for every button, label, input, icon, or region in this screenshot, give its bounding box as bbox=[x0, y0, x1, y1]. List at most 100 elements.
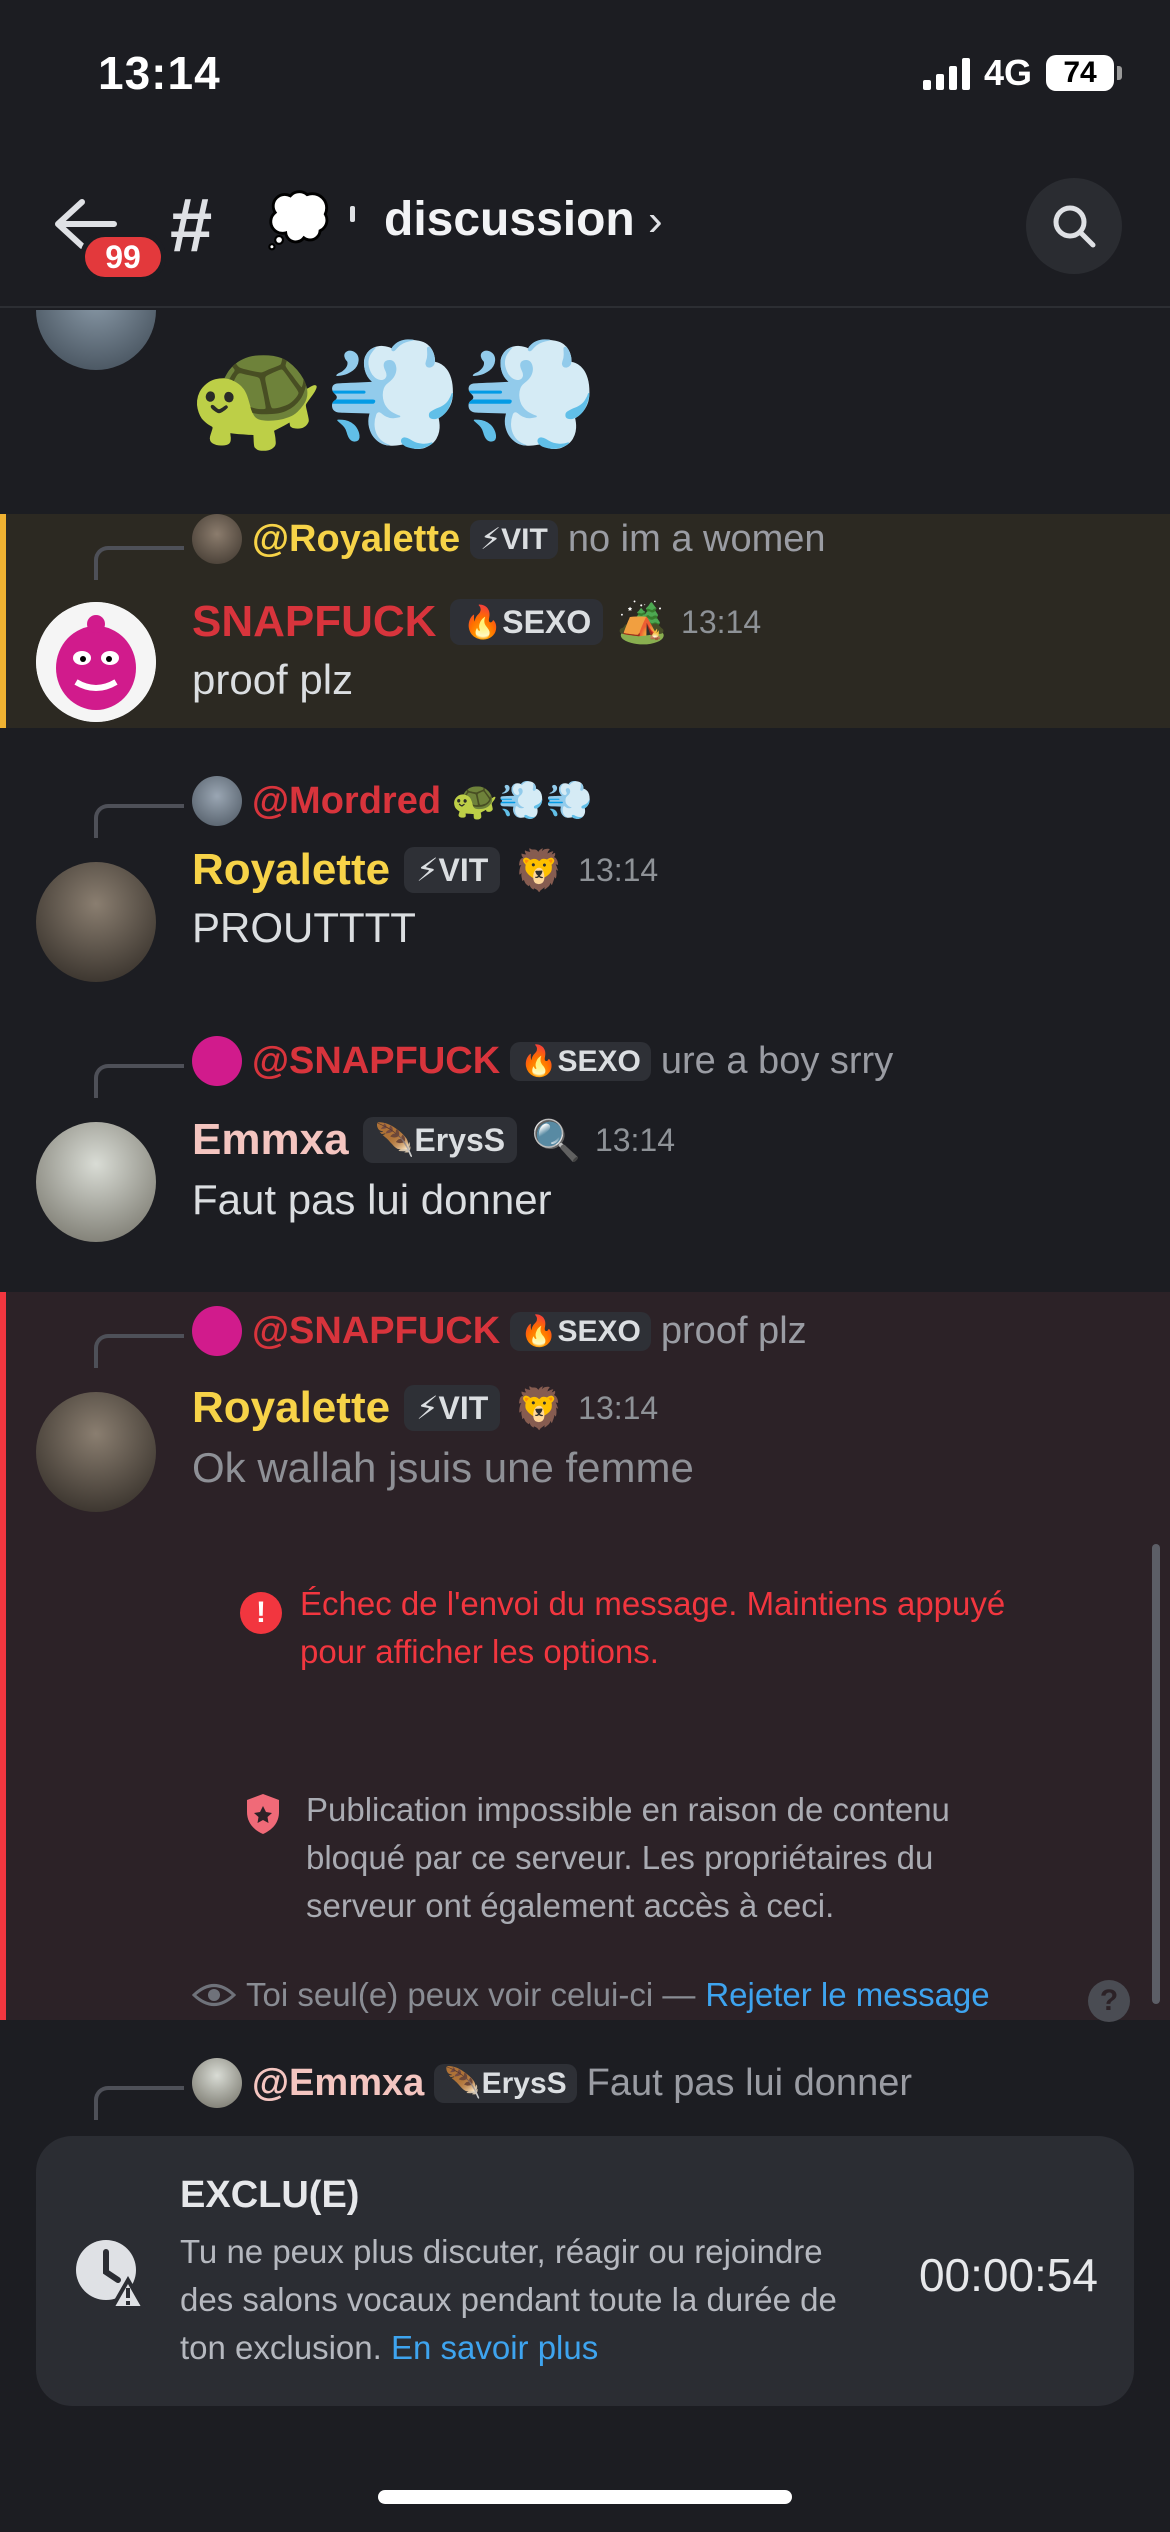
username[interactable]: Royalette bbox=[192, 1383, 390, 1433]
channel-title[interactable]: discussion bbox=[384, 192, 635, 247]
channel-header: 99 # 💭 discussion › bbox=[0, 150, 1170, 308]
badge-emoji: 🔍 bbox=[531, 1118, 581, 1163]
message-text: Faut pas lui donner bbox=[192, 1176, 552, 1223]
learn-more-link[interactable]: En savoir plus bbox=[391, 2329, 598, 2366]
reply-connector bbox=[94, 1334, 184, 1368]
reply-preview[interactable]: @SNAPFUCK 🔥SEXO ure a boy srry bbox=[192, 1036, 893, 1086]
reply-author[interactable]: @Emmxa bbox=[252, 2062, 424, 2105]
username[interactable]: Emmxa bbox=[192, 1115, 349, 1165]
avatar[interactable] bbox=[36, 1122, 156, 1242]
search-button[interactable] bbox=[1026, 178, 1122, 274]
reply-author[interactable]: @Royalette bbox=[252, 518, 460, 561]
reply-avatar bbox=[192, 1306, 242, 1356]
scrollbar[interactable] bbox=[1152, 1544, 1160, 2004]
role-tag: ⚡VIT bbox=[404, 1385, 501, 1431]
reply-preview[interactable]: @Mordred 🐢💨💨 bbox=[192, 776, 593, 826]
chevron-right-icon[interactable]: › bbox=[648, 196, 663, 246]
message-item[interactable]: @Royalette ⚡VIT no im a women SNAPFUCK 🔥… bbox=[0, 514, 1170, 728]
timestamp: 13:14 bbox=[594, 1121, 676, 1158]
network-type: 4G bbox=[983, 52, 1032, 93]
timeout-description: Tu ne peux plus discuter, réagir ou rejo… bbox=[180, 2228, 860, 2372]
badge-emoji: 🦁 bbox=[514, 1386, 565, 1431]
avatar[interactable] bbox=[36, 310, 156, 370]
reply-author[interactable]: @SNAPFUCK bbox=[252, 1040, 500, 1083]
eye-icon bbox=[192, 1984, 236, 2006]
help-icon[interactable]: ? bbox=[1088, 1980, 1130, 2022]
role-tag: 🔥SEXO bbox=[510, 1311, 651, 1351]
reply-avatar bbox=[192, 514, 242, 564]
search-icon bbox=[1053, 205, 1096, 248]
separator bbox=[350, 206, 355, 222]
role-tag: ⚡VIT bbox=[404, 847, 501, 893]
reply-author[interactable]: @Mordred bbox=[252, 780, 441, 823]
badge-emoji: 🏕️ bbox=[617, 600, 668, 645]
timeout-timer: 00:00:54 bbox=[918, 2249, 1098, 2301]
message-item[interactable]: @SNAPFUCK 🔥SEXO ure a boy srry Emmxa 🪶Er… bbox=[0, 1030, 1170, 1270]
dismiss-message-link[interactable]: Rejeter le message bbox=[705, 1976, 989, 2014]
battery-level: 74 bbox=[1063, 56, 1097, 89]
shield-icon bbox=[247, 1794, 279, 1834]
timestamp: 13:14 bbox=[578, 1389, 659, 1426]
message-header: Royalette ⚡VIT 🦁 13:14 bbox=[192, 840, 658, 900]
reply-avatar bbox=[192, 2058, 242, 2108]
error-highlight-bar bbox=[0, 1292, 6, 2020]
reply-author[interactable]: @SNAPFUCK bbox=[252, 1310, 500, 1353]
message-header: Royalette ⚡VIT 🦁 13:14 bbox=[192, 1378, 658, 1438]
reply-text: ure a boy srry bbox=[660, 1039, 894, 1082]
snapfuck-avatar-icon bbox=[36, 602, 156, 722]
battery-icon: 74 bbox=[1046, 55, 1122, 91]
blocked-content-text: Publication impossible en raison de cont… bbox=[306, 1791, 950, 1924]
reply-avatar bbox=[192, 1036, 242, 1086]
status-bar: 13:14 4G 74 bbox=[0, 0, 1170, 150]
send-error-text: Échec de l'envoi du message. Maintiens a… bbox=[300, 1585, 1006, 1670]
reply-avatar bbox=[192, 776, 242, 826]
home-indicator[interactable] bbox=[378, 2490, 792, 2504]
channel-emoji: 💭 bbox=[266, 192, 331, 250]
signal-icon bbox=[922, 56, 970, 90]
role-tag: 🪶ErysS bbox=[434, 2063, 577, 2103]
reply-text: no im a women bbox=[567, 517, 826, 560]
reply-preview[interactable]: @Royalette ⚡VIT no im a women bbox=[192, 514, 826, 564]
message-header: Emmxa 🪶ErysS 🔍 13:14 bbox=[192, 1110, 675, 1170]
reply-emojis: 🐢💨💨 bbox=[451, 780, 594, 822]
reply-preview[interactable]: @SNAPFUCK 🔥SEXO proof plz bbox=[192, 1306, 807, 1356]
only-you-text: Toi seul(e) peux voir celui-ci — bbox=[246, 1976, 696, 2013]
avatar[interactable] bbox=[36, 862, 156, 982]
ephemeral-notice: Toi seul(e) peux voir celui-ci — Rejeter… bbox=[192, 1976, 990, 2014]
reply-connector bbox=[94, 2086, 184, 2120]
username[interactable]: Royalette bbox=[192, 845, 390, 895]
reply-text: Faut pas lui donner bbox=[586, 2061, 912, 2104]
message-text: proof plz bbox=[192, 656, 354, 703]
status-time: 13:14 bbox=[98, 47, 221, 99]
avatar[interactable] bbox=[36, 1392, 156, 1512]
reply-preview[interactable]: @Emmxa 🪶ErysS Faut pas lui donner bbox=[192, 2058, 912, 2108]
timestamp: 13:14 bbox=[681, 603, 762, 640]
timeout-banner: EXCLU(E) Tu ne peux plus discuter, réagi… bbox=[36, 2136, 1134, 2406]
message-text: Ok wallah jsuis une femme bbox=[192, 1444, 694, 1491]
reply-connector bbox=[94, 1064, 184, 1098]
reply-connector bbox=[94, 546, 184, 580]
timeout-title: EXCLU(E) bbox=[180, 2174, 360, 2216]
username[interactable]: SNAPFUCK bbox=[192, 597, 436, 647]
avatar[interactable] bbox=[36, 602, 156, 722]
timestamp: 13:14 bbox=[578, 851, 659, 888]
message-item[interactable]: 🐢💨💨 bbox=[0, 310, 1170, 510]
role-tag: 🔥SEXO bbox=[450, 599, 604, 645]
mention-highlight-bar bbox=[0, 514, 6, 728]
failed-message-item[interactable]: @SNAPFUCK 🔥SEXO proof plz Royalette ⚡VIT… bbox=[0, 1292, 1170, 2022]
message-text: PROUTTTT bbox=[192, 904, 416, 951]
status-indicators: 4G 74 bbox=[922, 52, 1122, 94]
badge-emoji: 🦁 bbox=[514, 848, 565, 893]
message-header: SNAPFUCK 🔥SEXO 🏕️ 13:14 bbox=[192, 592, 761, 652]
hash-icon: # bbox=[170, 183, 213, 268]
role-tag: 🪶ErysS bbox=[362, 1117, 518, 1163]
role-tag: 🔥SEXO bbox=[510, 1041, 651, 1081]
unread-count-badge: 99 bbox=[80, 232, 166, 282]
role-tag: ⚡VIT bbox=[470, 519, 558, 559]
error-icon: ! bbox=[240, 1592, 282, 1634]
reply-text: proof plz bbox=[660, 1309, 807, 1352]
reply-connector bbox=[94, 804, 184, 838]
emoji-message: 🐢💨💨 bbox=[188, 333, 599, 456]
timeout-clock-icon bbox=[76, 2240, 148, 2310]
message-item[interactable]: @Mordred 🐢💨💨 Royalette ⚡VIT 🦁 13:14 PROU… bbox=[0, 770, 1170, 990]
